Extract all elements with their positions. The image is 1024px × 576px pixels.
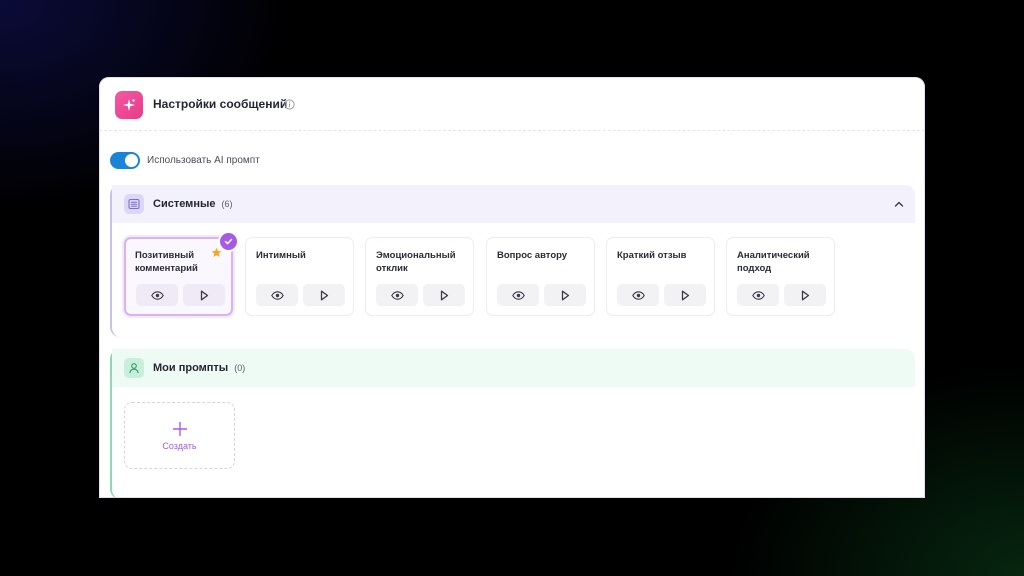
- eye-icon: [150, 290, 164, 300]
- message-settings-panel: Настройки сообщений Использовать AI пром…: [99, 77, 925, 498]
- eye-icon: [511, 290, 525, 300]
- plus-icon: [172, 421, 187, 436]
- page-title: Настройки сообщений: [153, 97, 288, 111]
- eye-icon: [631, 290, 645, 300]
- prompt-card-title: Краткий отзыв: [617, 250, 687, 261]
- prompt-card-short-review[interactable]: Краткий отзыв: [606, 237, 715, 316]
- eye-icon: [390, 290, 404, 300]
- preview-button[interactable]: [737, 284, 779, 306]
- eye-icon: [270, 290, 284, 300]
- play-icon: [320, 290, 328, 300]
- prompt-card-title: Вопрос автору: [497, 250, 568, 261]
- list-icon: [124, 194, 144, 214]
- prompt-card-positive[interactable]: Позитивный комментарий: [124, 233, 237, 316]
- panel-header: Настройки сообщений: [99, 77, 925, 131]
- section-title-text: Мои промпты: [153, 362, 229, 374]
- play-icon: [801, 290, 809, 300]
- system-prompts-title: Системные (6): [153, 198, 232, 210]
- create-prompt-button[interactable]: Создать: [124, 402, 235, 469]
- prompt-card-intimate[interactable]: Интимный: [245, 237, 354, 316]
- my-prompts-header[interactable]: Мои промпты (0): [112, 349, 915, 387]
- toggle-knob: [125, 153, 138, 167]
- run-button[interactable]: [784, 284, 826, 306]
- my-prompts-section: Мои промпты (0) Создать: [110, 349, 915, 498]
- preview-button[interactable]: [617, 284, 659, 306]
- preview-button[interactable]: [376, 284, 418, 306]
- run-button[interactable]: [664, 284, 706, 306]
- prompt-card-title: Аналитический подход: [737, 250, 810, 274]
- prompt-card-analytical[interactable]: Аналитический подход: [726, 237, 835, 316]
- eye-icon: [751, 290, 765, 300]
- play-icon: [200, 290, 208, 300]
- prompt-card-title: Эмоциональный отклик: [376, 250, 456, 274]
- play-icon: [561, 290, 569, 300]
- preview-button[interactable]: [136, 284, 178, 306]
- run-button[interactable]: [183, 284, 225, 306]
- star-icon[interactable]: [211, 247, 222, 258]
- sparkles-icon: [115, 91, 143, 119]
- prompt-card-emotional[interactable]: Эмоциональный отклик: [365, 237, 474, 316]
- play-icon: [440, 290, 448, 300]
- check-icon: [220, 233, 237, 250]
- preview-button[interactable]: [256, 284, 298, 306]
- run-button[interactable]: [303, 284, 345, 306]
- chevron-up-icon[interactable]: [893, 198, 905, 210]
- prompt-card-title: Интимный: [256, 250, 306, 261]
- ai-prompt-toggle-row: Использовать AI промпт: [110, 151, 260, 169]
- my-prompts-title: Мои промпты (0): [153, 362, 245, 374]
- info-icon[interactable]: [284, 99, 295, 110]
- system-prompts-section: Системные (6) Позитивный комментарий Инт…: [110, 185, 915, 337]
- user-icon: [124, 358, 144, 378]
- system-prompts-count: (6): [221, 199, 233, 209]
- section-title-text: Системные: [153, 198, 216, 210]
- ai-prompt-toggle[interactable]: [110, 151, 140, 169]
- play-icon: [681, 290, 689, 300]
- ai-prompt-toggle-label: Использовать AI промпт: [147, 154, 260, 166]
- prompt-card-title: Позитивный комментарий: [135, 250, 198, 274]
- prompt-card-question[interactable]: Вопрос автору: [486, 237, 595, 316]
- system-prompts-header[interactable]: Системные (6): [112, 185, 915, 223]
- preview-button[interactable]: [497, 284, 539, 306]
- create-label: Создать: [162, 440, 197, 451]
- run-button[interactable]: [544, 284, 586, 306]
- my-prompts-count: (0): [234, 363, 246, 373]
- run-button[interactable]: [423, 284, 465, 306]
